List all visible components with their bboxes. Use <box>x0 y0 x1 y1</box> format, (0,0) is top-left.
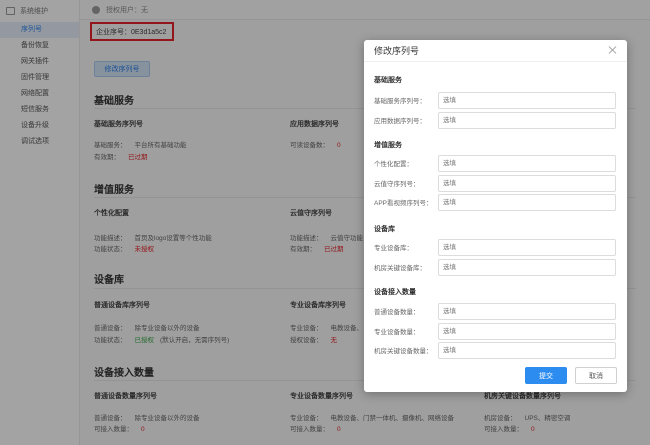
field-label: 机房关键设备库： <box>374 265 426 272</box>
field-label: 专业设备数量： <box>374 329 420 336</box>
field-row-personalization: 个性化配置： <box>374 154 617 172</box>
field-row-pro-count: 专业设备数量： <box>374 322 617 340</box>
field-row-app-video: APP看视频序列号： <box>374 193 617 211</box>
basic-serial-input[interactable] <box>438 91 616 109</box>
cancel-button[interactable]: 取消 <box>575 367 617 384</box>
field-label: 个性化配置： <box>374 161 413 168</box>
close-icon[interactable] <box>608 45 618 55</box>
pro-device-lib-input[interactable] <box>438 238 616 256</box>
field-label: 基础服务序列号： <box>374 98 426 105</box>
field-label: APP看视频序列号： <box>374 200 433 207</box>
field-row-pro-device-lib: 专业设备库： <box>374 238 617 256</box>
field-row-app-data-serial: 应用数据序列号： <box>374 111 617 129</box>
field-row-normal-count: 普通设备数量： <box>374 302 617 320</box>
group-label-device-access: 设备接入数量 <box>374 289 416 296</box>
normal-device-count-input[interactable] <box>438 302 616 320</box>
field-label: 应用数据序列号： <box>374 118 426 125</box>
dialog-body: 基础服务 基础服务序列号： 应用数据序列号： 增值服务 个性化配置： 云值守序列… <box>364 62 627 362</box>
personalization-input[interactable] <box>438 154 616 172</box>
dialog-header: 修改序列号 <box>364 40 627 62</box>
field-label: 机房关键设备数量： <box>374 348 433 355</box>
group-label-device-lib: 设备库 <box>374 226 395 233</box>
pro-device-count-input[interactable] <box>438 322 616 340</box>
room-device-count-input[interactable] <box>438 341 616 359</box>
field-label: 云值守序列号： <box>374 181 420 188</box>
app-video-serial-input[interactable] <box>438 193 616 211</box>
field-row-cloud-watch: 云值守序列号： <box>374 174 617 192</box>
cloud-watch-serial-input[interactable] <box>438 174 616 192</box>
field-row-basic-serial: 基础服务序列号： <box>374 91 617 109</box>
group-label-basic: 基础服务 <box>374 77 402 84</box>
app-data-serial-input[interactable] <box>438 111 616 129</box>
submit-button[interactable]: 提交 <box>525 367 567 384</box>
dialog-title: 修改序列号 <box>374 46 420 56</box>
field-label: 普通设备数量： <box>374 309 420 316</box>
group-label-value-added: 增值服务 <box>374 142 402 149</box>
field-row-room-device-lib: 机房关键设备库： <box>374 258 617 276</box>
modify-serial-dialog: 修改序列号 基础服务 基础服务序列号： 应用数据序列号： 增值服务 个性化配置：… <box>364 40 627 392</box>
dialog-footer: 提交 取消 <box>364 364 627 392</box>
room-device-lib-input[interactable] <box>438 258 616 276</box>
field-label: 专业设备库： <box>374 245 413 252</box>
field-row-room-count: 机房关键设备数量： <box>374 341 617 359</box>
